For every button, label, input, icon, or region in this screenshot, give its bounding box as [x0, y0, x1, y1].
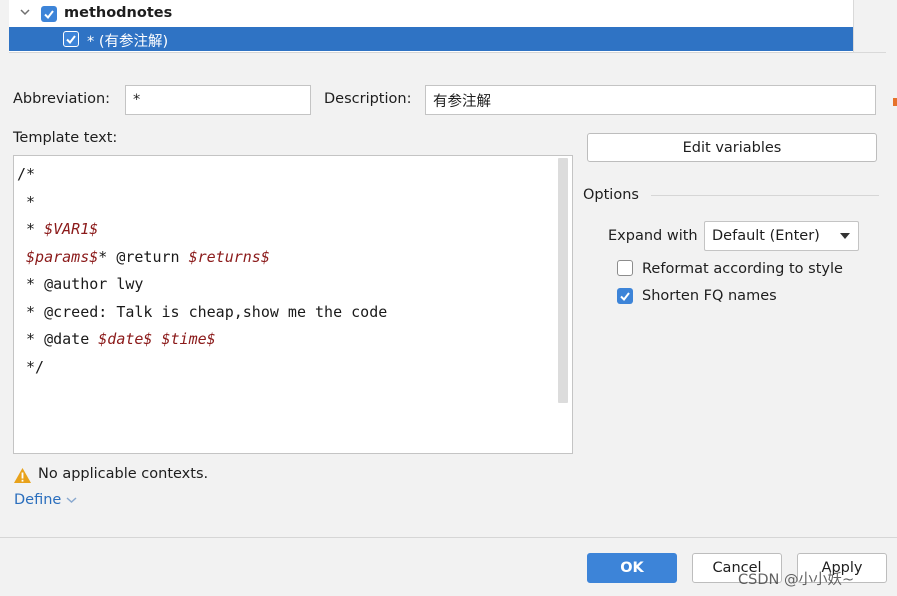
options-title: Options: [583, 187, 639, 203]
footer-divider: [0, 537, 897, 538]
description-label: Description:: [324, 91, 412, 107]
chevron-down-icon[interactable]: [19, 6, 31, 18]
check-icon: [66, 35, 76, 45]
expand-with-select[interactable]: Default (Enter): [704, 221, 859, 251]
tree-group-label: methodnotes: [64, 5, 173, 21]
shorten-fq-checkbox[interactable]: [617, 288, 633, 304]
template-text-label: Template text:: [13, 130, 118, 146]
dropdown-arrow-icon: [840, 233, 850, 239]
editor-scrollbar-thumb[interactable]: [558, 158, 568, 403]
code-line: * @creed: Talk is cheap,show me the code: [17, 299, 387, 327]
warning-icon: [14, 468, 31, 483]
code-line: * $VAR1$: [17, 216, 387, 244]
template-variable: $returns$: [188, 247, 270, 266]
shorten-fq-label: Shorten FQ names: [642, 288, 777, 304]
reformat-checkbox[interactable]: [617, 260, 633, 276]
tree-row-selected-template[interactable]: * (有参注解): [9, 27, 853, 51]
template-variable: $date$: [98, 330, 153, 348]
code-line: * @date $date$ $time$: [17, 326, 387, 354]
options-divider: [651, 195, 879, 196]
tree-row-methodnotes[interactable]: methodnotes: [9, 0, 853, 27]
description-input[interactable]: 有参注解: [425, 85, 876, 115]
code-line: /*: [17, 161, 387, 189]
chevron-down-icon: [66, 497, 77, 504]
template-checkbox[interactable]: [63, 31, 79, 47]
expand-with-label: Expand with: [608, 228, 698, 244]
template-code[interactable]: /* * * $VAR1$ $params$* @return $returns…: [17, 161, 387, 381]
edge-indicator: [893, 98, 897, 106]
no-contexts-message: No applicable contexts.: [38, 466, 209, 482]
template-variable: $VAR1$: [44, 220, 99, 238]
code-line: */: [17, 354, 387, 382]
code-text: *: [17, 220, 45, 238]
abbreviation-label: Abbreviation:: [13, 91, 111, 107]
methodnotes-checkbox[interactable]: [41, 6, 57, 22]
code-text: * @return: [98, 247, 189, 266]
check-icon: [620, 292, 630, 302]
code-line: *: [17, 189, 387, 217]
code-line: * @author lwy: [17, 271, 387, 299]
code-text: *: [17, 192, 36, 211]
code-text: /*: [17, 165, 36, 183]
code-text: * @author lwy: [17, 275, 144, 293]
ok-button[interactable]: OK: [587, 553, 677, 583]
abbreviation-input[interactable]: *: [125, 85, 311, 115]
template-variable: $params$: [26, 247, 99, 266]
code-text: * @date: [17, 330, 99, 348]
template-variable: $time$: [161, 330, 216, 348]
check-icon: [44, 10, 54, 20]
reformat-label: Reformat according to style: [642, 261, 843, 277]
template-editor[interactable]: /* * * $VAR1$ $params$* @return $returns…: [13, 155, 573, 454]
template-tree[interactable]: methodnotes * (有参注解): [9, 0, 853, 53]
code-text: */: [17, 357, 45, 376]
tree-scrollbar[interactable]: [853, 0, 886, 53]
code-line: $params$* @return $returns$: [17, 244, 387, 272]
define-label: Define: [14, 492, 62, 508]
tree-item-label: * (有参注解): [87, 34, 169, 50]
watermark: CSDN @小小妖~: [738, 572, 855, 588]
code-text: * @creed: Talk is cheap,show me the code: [17, 302, 388, 321]
edit-variables-button[interactable]: Edit variables: [587, 133, 877, 162]
define-link[interactable]: Define: [14, 492, 77, 508]
expand-with-value: Default (Enter): [712, 228, 820, 244]
